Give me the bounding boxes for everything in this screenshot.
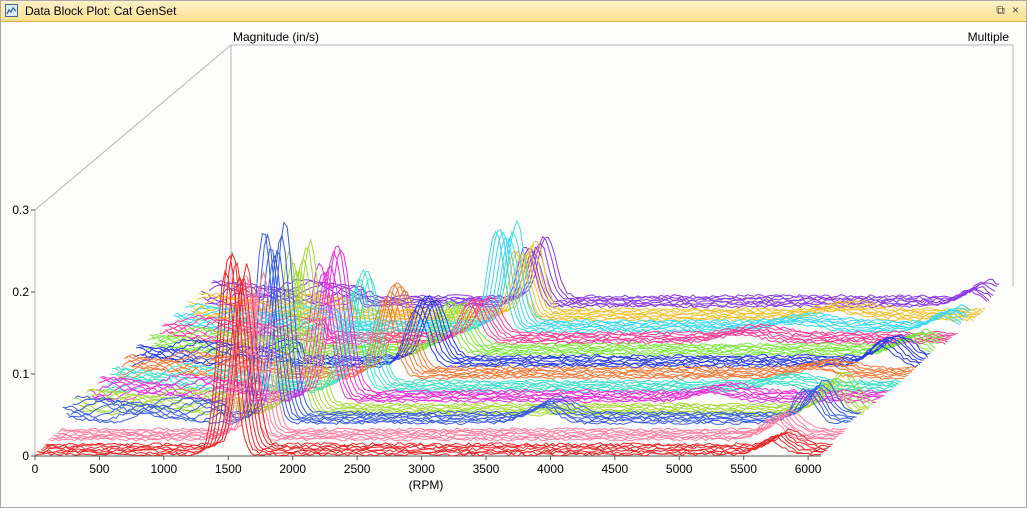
close-icon[interactable]: × [1009,4,1022,17]
spectrum-curve [181,237,968,327]
x-tick-label: 3000 [408,462,435,476]
title-bar: Data Block Plot: Cat GenSet ⧉ × [1,1,1026,22]
x-tick-label: 2000 [279,462,306,476]
y-tick-label: 0.1 [12,367,29,381]
x-tick-label: 0 [32,462,39,476]
plot-area: 0 500 1000 1500 2000 2500 3000 3500 4000 4500 5000… [1,22,1026,507]
window-title: Data Block Plot: Cat GenSet [25,4,177,18]
waterfall-chart: 0 500 1000 1500 2000 2500 3000 3500 4000 4500 5000… [12,30,1014,492]
x-tick-label: 3500 [473,462,500,476]
spectrum-curve [212,236,1000,299]
y-ticks: 0 0.1 0.2 0.3 [12,203,35,463]
top-diagonal-edge [34,44,232,211]
plot-window: Data Block Plot: Cat GenSet ⧉ × 0 500 1000… [0,0,1027,508]
restore-icon[interactable]: ⧉ [994,4,1007,17]
x-axis-label: (RPM) [409,478,444,492]
x-tick-label: 1500 [215,462,242,476]
x-tick-label: 4000 [537,462,564,476]
x-tick-label: 500 [89,462,109,476]
chart-app-icon [5,4,18,17]
x-tick-label: 4500 [601,462,628,476]
x-tick-label: 2500 [344,462,371,476]
y-tick-label: 0.3 [12,203,29,217]
x-tick-label: 5000 [666,462,693,476]
x-tick-label: 6000 [795,462,822,476]
y-axis-label: Magnitude (in/s) [233,30,319,44]
x-tick-label: 5500 [730,462,757,476]
series-mode-label: Multiple [968,30,1010,44]
x-tick-label: 1000 [151,462,178,476]
waterfall-curves [34,219,1000,457]
x-ticks: 0 500 1000 1500 2000 2500 3000 3500 4000 4500 5000… [32,456,822,476]
y-tick-label: 0 [22,449,29,463]
y-tick-label: 0.2 [12,285,29,299]
